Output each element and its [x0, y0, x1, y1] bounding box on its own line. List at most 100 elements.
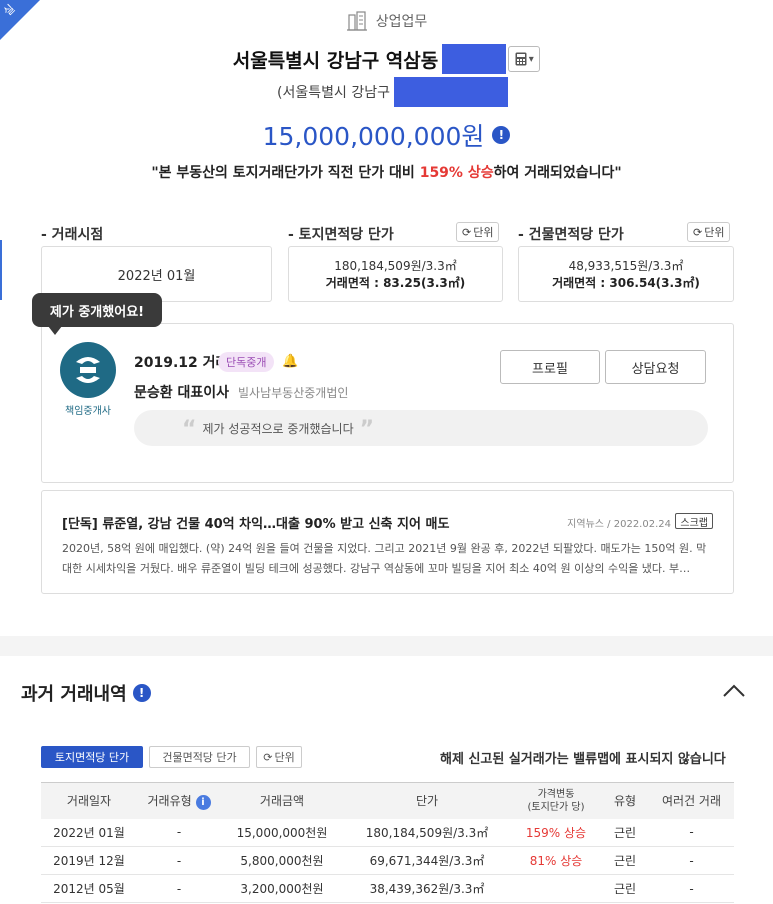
column-type-label: 거래유형 [147, 793, 192, 808]
column-category: 유형 [601, 782, 649, 819]
caret-down-icon: ▾ [528, 53, 534, 65]
row-category: 근린 [601, 818, 649, 847]
land-unit-price-label: - 토지면적당 단가 [288, 227, 394, 243]
history-title-row: 과거 거래내역 ! [21, 680, 151, 706]
address-redaction [442, 44, 507, 74]
history-table: 거래일자 거래유형 i 거래금액 단가 가격변동 (토지단가 당) 유형 여러건 … [41, 782, 734, 903]
agent-logo [60, 342, 116, 398]
tab-building-unit-price[interactable]: 건물면적당 단가 [149, 746, 250, 768]
row-date: 2019년 12월 [41, 846, 137, 875]
table-row[interactable]: 2019년 12월 - 5,800,000천원 69,671,344원/3.3㎡… [41, 846, 734, 875]
quote-prefix: "본 부동산의 토지거래단가가 직전 단가 대비 [151, 165, 420, 181]
row-multi: - [649, 846, 734, 875]
row-amount: 3,200,000천원 [221, 874, 343, 903]
unit-label: 단위 [473, 226, 494, 239]
column-price-change-sub: (토지단가 당) [527, 801, 585, 813]
news-title[interactable]: [단독] 류준열, 강남 건물 40억 차익…대출 90% 받고 신축 지어 매… [62, 513, 449, 532]
building-icon [346, 11, 367, 31]
row-category: 근린 [601, 846, 649, 875]
close-quote-icon: ” [359, 417, 375, 442]
info-icon[interactable]: i [195, 794, 211, 810]
news-meta: 지역뉴스 / 2022.02.24 [567, 515, 671, 530]
left-edge-accent [0, 240, 2, 300]
bell-icon[interactable]: 🔔 [282, 354, 298, 369]
building-unit-price-value: 48,933,515원/3.3㎡ [568, 259, 684, 273]
row-amount: 5,800,000천원 [221, 846, 343, 875]
table-header-row: 거래일자 거래유형 i 거래금액 단가 가격변동 (토지단가 당) 유형 여러건 … [41, 782, 734, 819]
building-deal-area: 거래면적 : 306.54(3.3㎡) [552, 276, 700, 290]
address-row: 서울특별시 강남구 역삼동 ▾ [0, 44, 773, 74]
column-amount: 거래금액 [221, 782, 343, 819]
building-unit-price-label: - 건물면적당 단가 [518, 227, 624, 243]
scrap-button[interactable]: 스크랩 [675, 513, 713, 529]
table-row[interactable]: 2022년 01월 - 15,000,000천원 180,184,509원/3.… [41, 818, 734, 847]
column-price-change-label: 가격변동 [537, 788, 575, 800]
land-unit-toggle[interactable]: ⟳ 단위 [456, 222, 500, 242]
tab-land-unit-price[interactable]: 토지면적당 단가 [41, 746, 143, 768]
column-price-change: 가격변동 (토지단가 당) [511, 782, 601, 819]
history-note: 해제 신고된 실거래가는 밸류맵에 표시되지 않습니다 [440, 752, 726, 767]
address-sub-row: (서울특별시 강남구 [0, 77, 773, 107]
row-type: - [137, 818, 221, 847]
row-unit-price: 180,184,509원/3.3㎡ [343, 818, 511, 847]
row-date: 2022년 01월 [41, 818, 137, 847]
building-unit-toggle[interactable]: ⟳ 단위 [687, 222, 731, 242]
chevron-up-icon[interactable] [720, 678, 748, 702]
refresh-icon: ⟳ [693, 225, 703, 239]
consult-button[interactable]: 상담요청 [605, 350, 706, 384]
section-divider [0, 636, 773, 656]
deal-time-label: - 거래시점 [41, 227, 104, 243]
profile-button[interactable]: 프로필 [500, 350, 600, 384]
agent-bubble: 제가 중개했어요! [32, 293, 162, 327]
row-multi: - [649, 874, 734, 903]
building-unit-price-box: 48,933,515원/3.3㎡ 거래면적 : 306.54(3.3㎡) [518, 246, 734, 302]
news-source: 지역뉴스 [567, 519, 604, 530]
column-unit-price: 단가 [343, 782, 511, 819]
agent-office: 빌사남부동산중개법인 [238, 386, 349, 400]
row-date: 2012년 05월 [41, 874, 137, 903]
history-unit-toggle[interactable]: ⟳ 단위 [256, 746, 302, 768]
deal-price: 15,000,000,000원 [262, 122, 485, 151]
property-type: 상업업무 [375, 14, 428, 30]
row-change: 159% 상승 [511, 818, 601, 847]
info-icon[interactable]: ! [492, 126, 511, 144]
land-unit-price-value: 180,184,509원/3.3㎡ [334, 259, 457, 273]
column-date: 거래일자 [41, 782, 137, 819]
land-unit-price-box: 180,184,509원/3.3㎡ 거래면적 : 83.25(3.3㎡) [288, 246, 503, 302]
refresh-icon: ⟳ [462, 225, 472, 239]
agent-logo-icon [76, 357, 100, 383]
row-unit-price: 38,439,362원/3.3㎡ [343, 874, 511, 903]
agent-bubble-tail [48, 326, 62, 335]
agent-logo-caption: 책임중개사 [65, 406, 111, 417]
news-card[interactable]: [단독] 류준열, 강남 건물 40억 차익…대출 90% 받고 신축 지어 매… [41, 490, 734, 594]
price-row: 15,000,000,000원 ! [0, 118, 773, 152]
quote-suffix: 하여 거래되었습니다" [493, 165, 622, 181]
agent-comment: “ 제가 성공적으로 중개했습니다 ” [134, 410, 708, 446]
agent-name: 문승환 대표이사 [134, 385, 230, 401]
unit-label: 단위 [274, 751, 295, 764]
info-icon[interactable]: ! [132, 684, 151, 702]
calculator-button[interactable]: ▾ [508, 46, 541, 72]
agent-deal-date: 2019.12 거래 [134, 355, 229, 371]
row-type: - [137, 846, 221, 875]
column-type: 거래유형 i [137, 782, 221, 819]
row-category: 근린 [601, 874, 649, 903]
deal-time-value: 2022년 01월 [117, 268, 196, 284]
row-multi: - [649, 818, 734, 847]
agent-comment-text: 제가 성공적으로 중개했습니다 [202, 421, 354, 436]
row-change [511, 874, 601, 903]
price-change-quote: "본 부동산의 토지거래단가가 직전 단가 대비 159% 상승하여 거래되었습… [0, 162, 773, 182]
property-header: 상업업무 서울특별시 강남구 역삼동 ▾ (서울특별시 강남구 15,000,0… [0, 10, 773, 182]
land-deal-area: 거래면적 : 83.25(3.3㎡) [325, 276, 466, 290]
exclusive-badge: 단독중개 [218, 352, 275, 372]
quote-highlight: 159% 상승 [419, 165, 494, 181]
table-row[interactable]: 2012년 05월 - 3,200,000천원 38,439,362원/3.3㎡… [41, 874, 734, 903]
news-date: 2022.02.24 [613, 519, 671, 530]
unit-label: 단위 [704, 226, 725, 239]
agent-card: 책임중개사 2019.12 거래 단독중개 🔔 문승환 대표이사 빌사남부동산중… [41, 323, 734, 483]
property-type-row: 상업업무 [0, 10, 773, 32]
row-type: - [137, 874, 221, 903]
history-title: 과거 거래내역 [21, 684, 127, 705]
news-body: 2020년, 58억 원에 매입했다. (약) 24억 원을 들여 건물을 지었… [62, 542, 707, 575]
calculator-icon [515, 52, 527, 66]
